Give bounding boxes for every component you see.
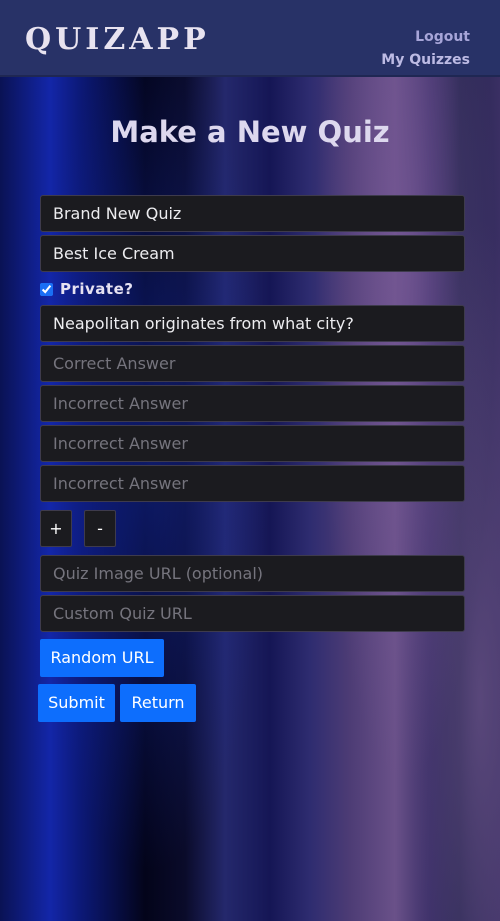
page-title: Make a New Quiz	[110, 115, 390, 149]
private-checkbox[interactable]	[40, 282, 53, 296]
random-url-button[interactable]: Random URL	[40, 639, 164, 677]
custom-quiz-url-input[interactable]	[40, 595, 465, 632]
submit-button[interactable]: Submit	[38, 684, 115, 722]
navbar: QUIZAPP Logout My Quizzes	[0, 0, 500, 77]
add-question-button[interactable]: +	[40, 510, 72, 547]
my-quizzes-link[interactable]: My Quizzes	[381, 51, 470, 69]
quiz-image-url-input[interactable]	[40, 555, 465, 592]
quiz-title-input[interactable]	[40, 195, 465, 232]
incorrect-answer-input[interactable]	[40, 425, 465, 462]
return-button[interactable]: Return	[120, 684, 196, 722]
app-logo[interactable]: QUIZAPP	[25, 22, 210, 58]
incorrect-answer-input[interactable]	[40, 465, 465, 502]
private-label[interactable]: Private?	[60, 280, 133, 298]
logout-link[interactable]: Logout	[415, 28, 470, 46]
private-row: Private?	[40, 279, 133, 299]
incorrect-answer-input[interactable]	[40, 385, 465, 422]
correct-answer-input[interactable]	[40, 345, 465, 382]
remove-question-button[interactable]: -	[84, 510, 116, 547]
quiz-category-input[interactable]	[40, 235, 465, 272]
question-input[interactable]	[40, 305, 465, 342]
